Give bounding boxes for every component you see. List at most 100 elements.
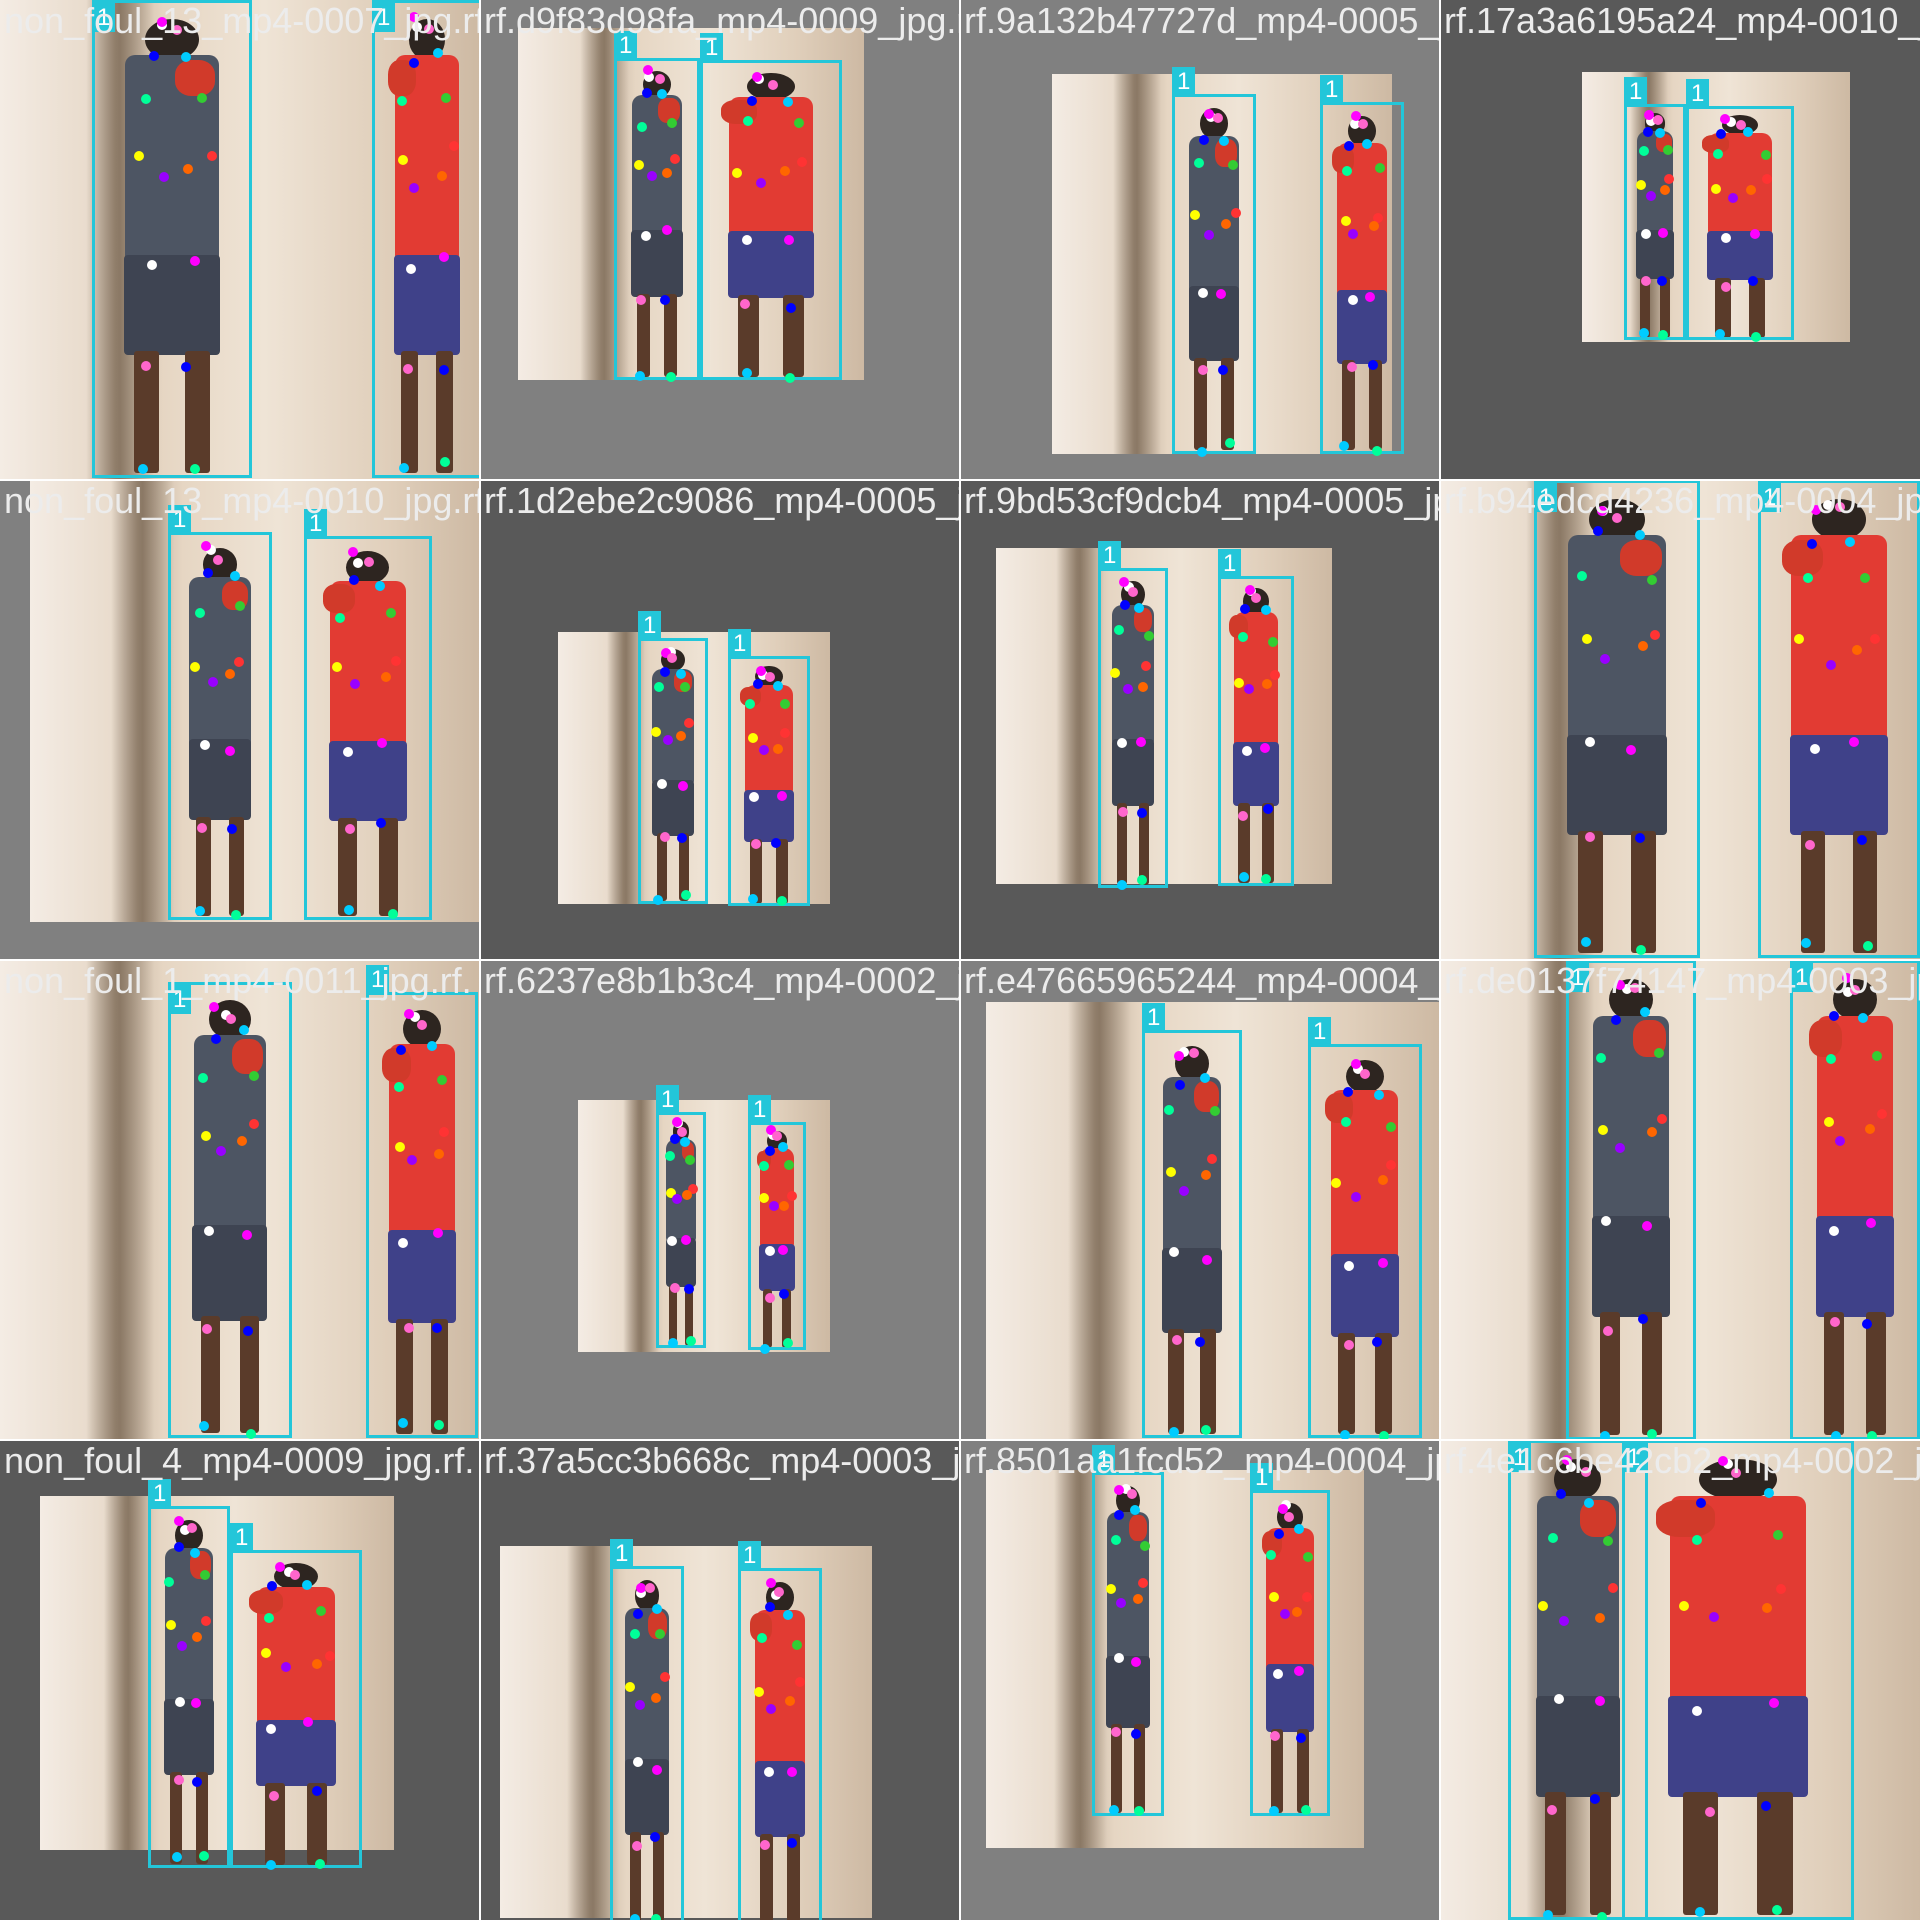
keypoint-marker: [1858, 1012, 1869, 1023]
detection-box: 1: [230, 1523, 362, 1868]
keypoint-marker: [1262, 803, 1273, 814]
detection-box: 1: [168, 982, 292, 1438]
keypoint-marker: [199, 1570, 210, 1581]
keypoint-marker: [200, 540, 211, 551]
keypoint-marker: [225, 1013, 236, 1024]
keypoint-marker: [1110, 667, 1121, 678]
keypoint-marker: [624, 1682, 635, 1693]
detection-box: 1: [148, 1479, 230, 1868]
keypoint-marker: [1542, 1909, 1553, 1920]
keypoint-marker: [659, 832, 670, 843]
mosaic-tile: 1 1 rf.1d2ebe2c9086_mp4-0005_jpg.rf.: [480, 480, 960, 960]
keypoint-marker: [198, 1851, 209, 1862]
keypoint-marker: [643, 64, 654, 75]
wall-shadow: [1113, 74, 1161, 454]
keypoint-marker: [344, 824, 355, 835]
keypoint-marker: [786, 1766, 797, 1777]
keypoint-marker: [1750, 331, 1761, 342]
keypoint-marker: [676, 832, 687, 843]
wall-shadow: [1056, 548, 1104, 884]
mosaic-tile: 1 1 rf.37a5cc3b668c_mp4-0003_jpg.rf.: [480, 1440, 960, 1920]
keypoint-marker: [229, 570, 240, 581]
keypoint-marker: [1200, 1424, 1211, 1435]
keypoint-marker: [759, 1343, 770, 1354]
tile-divider-horizontal: [0, 959, 1920, 961]
keypoint-marker: [1559, 1615, 1570, 1626]
keypoint-marker: [1113, 1653, 1124, 1664]
keypoint-marker: [448, 141, 459, 152]
keypoint-marker: [201, 1324, 212, 1335]
wall-shadow: [103, 1496, 154, 1850]
keypoint-marker: [1720, 281, 1731, 292]
keypoint-marker: [633, 159, 644, 170]
keypoint-marker: [1241, 745, 1252, 756]
keypoint-marker: [1133, 1593, 1144, 1604]
keypoint-marker: [659, 666, 670, 677]
keypoint-marker: [1656, 276, 1667, 287]
keypoint-marker: [433, 1420, 444, 1431]
keypoint-marker: [1876, 1108, 1887, 1119]
mosaic-tile: 1 1 rf.d9f83d98fa_mp4-0009_jpg.rf.: [480, 0, 960, 480]
detection-box: 1: [1758, 480, 1920, 958]
keypoint-marker: [197, 92, 208, 103]
keypoint-marker: [1224, 438, 1235, 448]
keypoint-marker: [749, 791, 760, 802]
keypoint-marker: [147, 259, 158, 270]
mosaic-tile: 1 1 non_foul_13_mp4-0007_jpg.rf.: [0, 0, 480, 480]
keypoint-marker: [785, 1695, 796, 1706]
keypoint-marker: [1367, 359, 1378, 370]
keypoint-marker: [778, 1289, 789, 1300]
keypoint-marker: [331, 662, 342, 673]
keypoint-marker: [680, 889, 691, 900]
mosaic-tile: 11rf.4e1c6be42cb2_mp4-0002_jpg.r: [1440, 1440, 1920, 1920]
keypoint-marker: [1189, 1047, 1200, 1058]
keypoint-marker: [652, 894, 663, 905]
class-label: 1: [738, 1541, 762, 1570]
keypoint-marker: [388, 908, 399, 919]
keypoint-marker: [1825, 659, 1836, 670]
keypoint-marker: [742, 115, 753, 126]
keypoint-marker: [315, 1606, 326, 1617]
keypoint-marker: [1761, 174, 1772, 185]
keypoint-marker: [1592, 525, 1603, 536]
keypoint-marker: [649, 1831, 660, 1842]
image-filename-label: rf.e47665965244_mp4-0004_jpg.rf.: [964, 960, 1440, 1001]
keypoint-marker: [1663, 144, 1674, 155]
mosaic-tile: 11rf.de0137f74147_mp4-0003_jpg.rf.: [1440, 960, 1920, 1440]
keypoint-marker: [772, 1130, 782, 1141]
keypoint-marker: [1658, 329, 1669, 340]
keypoint-marker: [1640, 275, 1651, 286]
keypoint-marker: [793, 117, 804, 128]
keypoint-marker: [768, 79, 779, 90]
keypoint-marker: [748, 893, 759, 904]
keypoint-marker: [650, 726, 661, 737]
keypoint-marker: [1270, 669, 1281, 680]
keypoint-marker: [174, 1697, 185, 1708]
detection-box: 1: [1534, 480, 1700, 958]
keypoint-marker: [391, 655, 402, 666]
detection-box: 1: [1790, 960, 1920, 1440]
image-filename-label: non_foul_1_mp4-0011_jpg.rf.: [4, 960, 472, 1001]
class-label: 1: [638, 611, 662, 640]
keypoint-marker: [764, 671, 775, 682]
keypoint-marker: [1347, 228, 1358, 239]
keypoint-marker: [265, 1859, 276, 1870]
class-label: 1: [1624, 77, 1648, 106]
keypoint-marker: [393, 1082, 404, 1093]
class-label: 1: [1308, 1017, 1332, 1046]
detection-box: 1: [1172, 67, 1256, 454]
keypoint-marker: [1760, 1800, 1771, 1811]
keypoint-marker: [1341, 166, 1352, 177]
keypoint-marker: [1641, 1220, 1652, 1231]
keypoint-marker: [1659, 184, 1670, 195]
keypoint-marker: [1267, 637, 1278, 648]
keypoint-marker: [657, 88, 668, 99]
keypoint-marker: [1344, 140, 1355, 151]
keypoint-marker: [1695, 1497, 1706, 1508]
detection-box: 1: [1624, 77, 1686, 340]
keypoint-marker: [1338, 440, 1349, 451]
keypoint-marker: [212, 554, 223, 565]
keypoint-marker: [1368, 221, 1379, 232]
keypoint-marker: [1863, 940, 1874, 951]
detection-box: 1: [1218, 549, 1294, 886]
